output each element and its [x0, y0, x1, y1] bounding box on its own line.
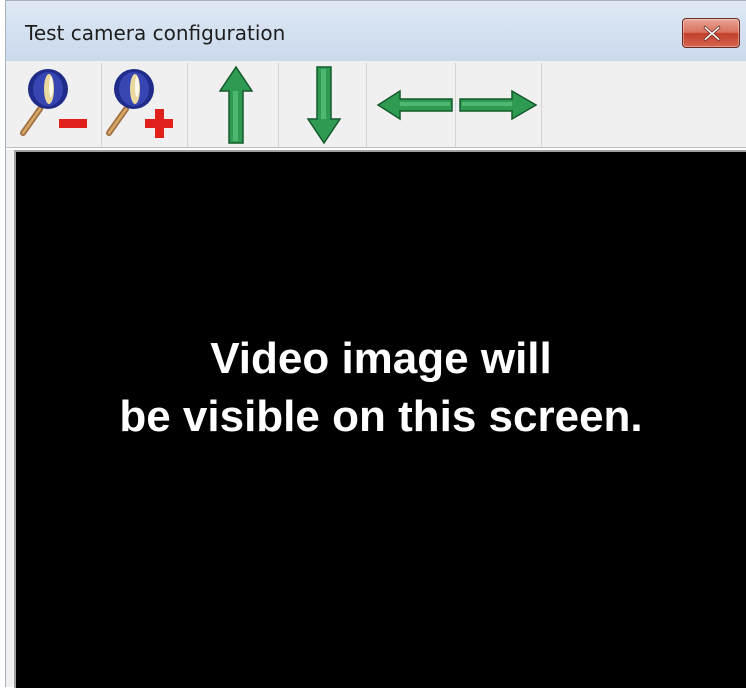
- toolbar: [6, 61, 746, 147]
- video-message-line2: be visible on this screen.: [119, 392, 643, 441]
- close-icon: [703, 25, 721, 42]
- window-title: Test camera configuration: [25, 21, 286, 45]
- pan-right-button[interactable]: [456, 63, 542, 147]
- tilt-up-button[interactable]: [193, 63, 279, 147]
- dialog-window: Test camera configuration Video image wi…: [5, 0, 746, 688]
- zoom-in-icon: [106, 69, 173, 138]
- arrow-left-icon: [376, 89, 453, 121]
- video-placeholder-message: Video image will be visible on this scre…: [16, 330, 746, 446]
- arrow-down-icon: [306, 66, 342, 145]
- arrow-up-icon: [218, 65, 254, 144]
- close-button[interactable]: [682, 18, 740, 48]
- title-bar[interactable]: Test camera configuration: [6, 1, 746, 61]
- zoom-in-button[interactable]: [102, 63, 188, 147]
- zoom-out-icon: [20, 69, 87, 136]
- tilt-down-button[interactable]: [281, 63, 367, 147]
- pan-left-button[interactable]: [370, 63, 456, 147]
- arrow-right-icon: [459, 89, 538, 121]
- zoom-out-button[interactable]: [16, 63, 102, 147]
- video-message-line1: Video image will: [210, 334, 552, 383]
- video-display: Video image will be visible on this scre…: [14, 150, 746, 688]
